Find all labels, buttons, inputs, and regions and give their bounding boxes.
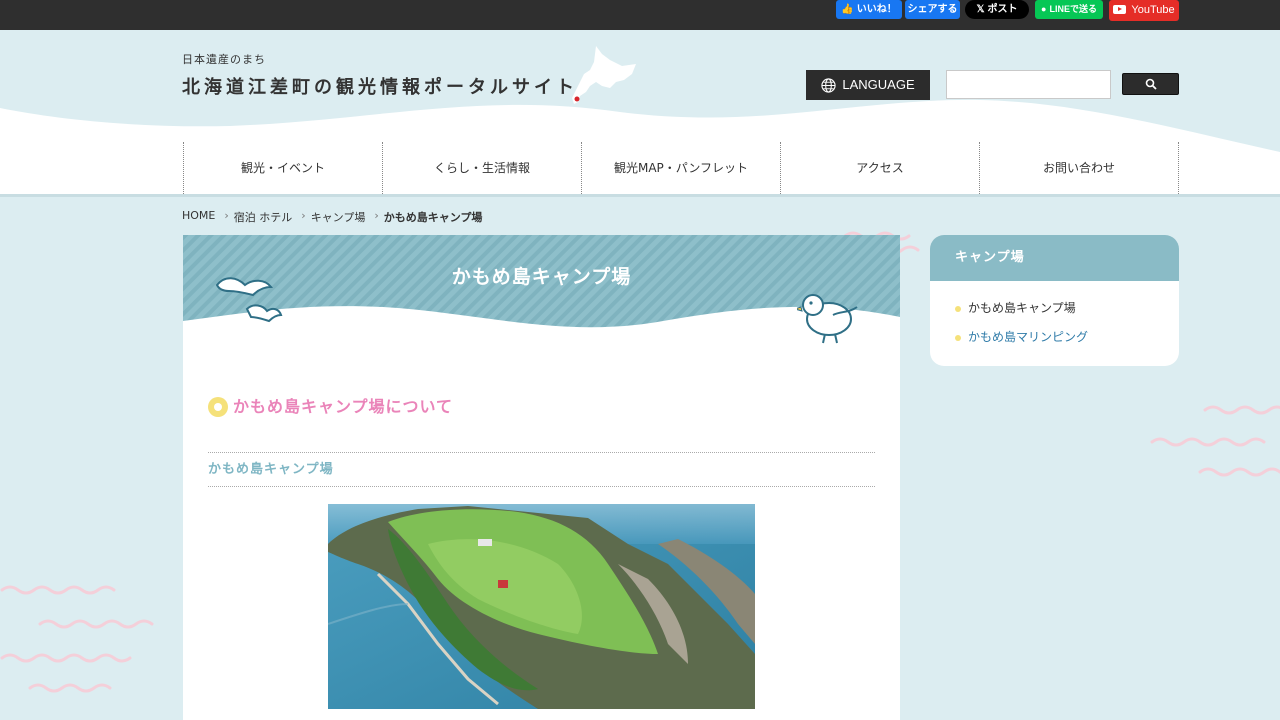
page-title: かもめ島キャンプ場: [451, 266, 632, 288]
nav-item-map-pamphlet[interactable]: 観光MAP・パンフレット: [581, 142, 780, 194]
sub-heading: かもめ島キャンプ場: [208, 452, 875, 487]
heading-marker-icon: [208, 397, 228, 417]
breadcrumb-home[interactable]: HOME: [182, 209, 215, 225]
sidebar-list: かもめ島キャンプ場 かもめ島マリンピング: [930, 281, 1179, 352]
search-input[interactable]: [946, 70, 1111, 99]
nav-item-living-info[interactable]: くらし・生活情報: [382, 142, 581, 194]
hokkaido-map-icon: [572, 46, 636, 104]
nav-divider: [1178, 142, 1179, 194]
sidebar-item-kamome-camp[interactable]: かもめ島キャンプ場: [930, 294, 1179, 323]
nav-item-contact[interactable]: お問い合わせ: [979, 142, 1178, 194]
line-logo-icon: ●: [1041, 4, 1047, 14]
kamome-island-aerial-photo: [328, 504, 755, 709]
thumbs-up-icon: 👍: [841, 4, 854, 15]
chevron-right-icon: ›: [374, 209, 379, 222]
nav-item-access[interactable]: アクセス: [780, 142, 979, 194]
facebook-share-button[interactable]: シェアする: [905, 0, 960, 19]
facebook-like-button[interactable]: 👍 いいね！: [836, 0, 902, 19]
wave-decoration: [0, 585, 154, 693]
seagull-mascot-icon: [797, 294, 858, 344]
youtube-button[interactable]: YouTube: [1109, 0, 1179, 21]
line-send-button[interactable]: ● LINEで送る: [1035, 0, 1103, 19]
seagull-silhouette-icon: [215, 277, 283, 323]
globe-icon: [821, 77, 836, 93]
breadcrumb-camp[interactable]: キャンプ場: [311, 209, 366, 225]
search-icon: [1145, 78, 1157, 90]
breadcrumb-current: かもめ島キャンプ場: [383, 211, 483, 224]
sidebar-title: キャンプ場: [930, 235, 1179, 281]
main-navigation: 観光・イベント くらし・生活情報 観光MAP・パンフレット アクセス お問い合わ…: [0, 142, 1280, 197]
x-logo-icon: 𝕏: [976, 4, 985, 15]
nav-item-sightseeing-events[interactable]: 観光・イベント: [183, 142, 382, 194]
language-button[interactable]: LANGUAGE: [806, 70, 930, 100]
site-title-logo[interactable]: 北海道江差町の観光情報ポータルサイト: [182, 73, 578, 99]
sidebar-item-kamome-marinping[interactable]: かもめ島マリンピング: [930, 323, 1179, 352]
site-tagline: 日本遺産のまち: [182, 53, 266, 66]
search-button[interactable]: [1122, 73, 1179, 95]
youtube-play-icon: [1113, 5, 1127, 14]
wave-decoration: [1150, 405, 1280, 477]
section-heading: かもめ島キャンプ場について: [208, 393, 453, 417]
breadcrumb-lodging[interactable]: 宿泊 ホテル: [234, 209, 293, 225]
sidebar-camp-menu: キャンプ場 かもめ島キャンプ場 かもめ島マリンピング: [930, 235, 1179, 366]
breadcrumb: HOME › 宿泊 ホテル › キャンプ場 › かもめ島キャンプ場: [182, 209, 482, 225]
x-post-button[interactable]: 𝕏 ポスト: [965, 0, 1029, 19]
chevron-right-icon: ›: [301, 209, 306, 222]
title-banner-background: [183, 235, 900, 328]
section-heading-text: かもめ島キャンプ場について: [233, 397, 454, 416]
social-bar: 👍 いいね！ シェアする 𝕏 ポスト ● LINEで送る YouTube: [0, 0, 1280, 30]
chevron-right-icon: ›: [224, 209, 229, 222]
main-content: かもめ島キャンプ場 かもめ島キャンプ場について かもめ島キャンプ場: [183, 235, 900, 720]
